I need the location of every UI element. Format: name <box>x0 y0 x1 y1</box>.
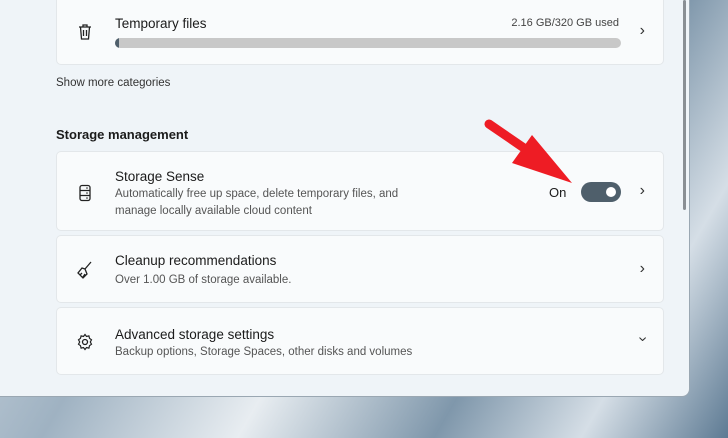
advanced-storage-settings-card[interactable]: Advanced storage settings Backup options… <box>56 307 664 375</box>
trash-icon <box>79 24 91 40</box>
storage-sense-desc-line1: Automatically free up space, delete temp… <box>115 188 399 200</box>
red-arrow-annotation <box>484 119 572 183</box>
temporary-files-usage: 2.16 GB/320 GB used <box>511 17 619 29</box>
broom-icon <box>77 261 92 279</box>
cleanup-recommendations-card[interactable]: Cleanup recommendations Over 1.00 GB of … <box>56 235 664 303</box>
gear-icon <box>77 333 93 351</box>
scrollbar[interactable] <box>683 0 686 210</box>
chevron-right-icon: › <box>639 182 645 199</box>
advanced-title: Advanced storage settings <box>115 327 275 342</box>
cleanup-desc: Over 1.00 GB of storage available. <box>115 274 292 286</box>
storage-sense-desc-line2: manage locally available cloud content <box>115 205 312 217</box>
section-heading: Storage management <box>56 127 189 142</box>
cleanup-title: Cleanup recommendations <box>115 253 277 268</box>
settings-window: Temporary files 2.16 GB/320 GB used › Sh… <box>0 0 690 397</box>
chevron-right-icon: › <box>639 260 645 277</box>
chevron-right-icon: › <box>639 22 645 39</box>
usage-bar <box>115 38 621 48</box>
show-more-categories-link[interactable]: Show more categories <box>56 77 170 89</box>
temporary-files-title: Temporary files <box>115 16 207 31</box>
storage-sense-toggle[interactable] <box>581 182 621 202</box>
storage-sense-title: Storage Sense <box>115 169 205 184</box>
storage-drive-icon <box>79 184 91 202</box>
temporary-files-card[interactable]: Temporary files 2.16 GB/320 GB used › <box>56 0 664 65</box>
advanced-desc: Backup options, Storage Spaces, other di… <box>115 346 413 358</box>
chevron-down-icon[interactable]: › <box>633 336 651 341</box>
